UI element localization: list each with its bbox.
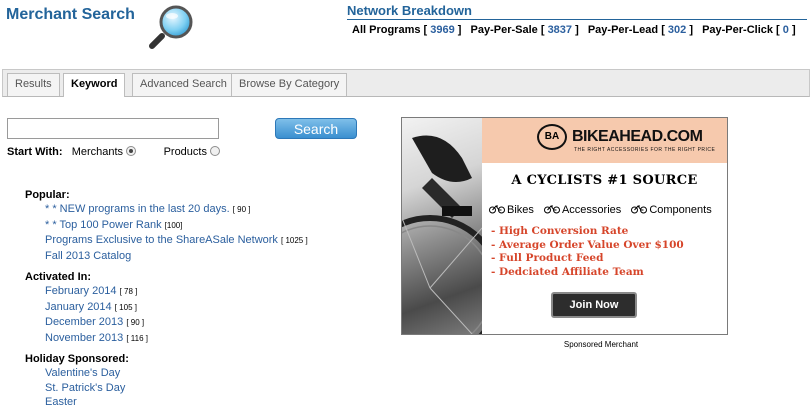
ad-bullet: - Dedciated Affiliate Team: [491, 266, 644, 279]
products-option-label: Products: [163, 146, 207, 158]
bike-icon: [631, 205, 648, 214]
ad-headline: A CYCLISTS #1 SOURCE: [511, 173, 698, 188]
start-with-label: Start With:: [7, 146, 63, 158]
ad-bullet: - Average Order Value Over $100: [491, 238, 684, 251]
page-title: Merchant Search: [6, 6, 135, 23]
item-count: [ 90 ]: [232, 205, 251, 214]
stat-count-link[interactable]: 3969: [430, 24, 454, 36]
ad-category: Bikes: [489, 204, 537, 216]
popular-link[interactable]: Programs Exclusive to the ShareASale Net…: [45, 234, 278, 246]
activated-link[interactable]: February 2014: [45, 285, 117, 297]
activated-link[interactable]: January 2014: [45, 301, 112, 313]
list-item: December 2013 [ 90 ]: [25, 315, 148, 331]
stat-label: All Programs: [352, 24, 421, 36]
activated-link[interactable]: December 2013: [45, 316, 123, 328]
cyclist-photo: [402, 118, 482, 334]
popular-section: Popular: * * NEW programs in the last 20…: [25, 189, 308, 263]
merchants-radio[interactable]: [126, 146, 137, 156]
network-breakdown-title[interactable]: Network Breakdown: [347, 3, 807, 20]
ad-category: Components: [631, 204, 712, 216]
tab-browse-by-category[interactable]: Browse By Category: [231, 73, 348, 96]
list-item: November 2013 [ 116 ]: [25, 331, 148, 347]
list-item: St. Patrick's Day: [25, 381, 129, 396]
ad-category: Accessories: [543, 204, 624, 216]
ad-categories: Bikes Accessories Components: [489, 204, 719, 216]
start-with-options: Start With: Merchants Products: [7, 146, 220, 158]
join-now-button[interactable]: Join Now: [551, 292, 637, 318]
search-input[interactable]: [7, 118, 219, 139]
tab-keyword[interactable]: Keyword: [63, 73, 126, 97]
activated-heading: Activated In:: [25, 271, 92, 283]
list-item: Valentine's Day: [25, 366, 129, 381]
sponsored-merchant-caption: Sponsored Merchant: [563, 340, 639, 349]
products-radio[interactable]: [209, 146, 220, 156]
stat-count-link[interactable]: 3837: [548, 24, 572, 36]
ad-bullet: - Full Product Feed: [491, 252, 604, 265]
stat-pay-per-sale: Pay-Per-Sale [ 3837 ]: [470, 24, 582, 36]
ad-category-label: Components: [649, 204, 712, 216]
ad-bullets: - High Conversion Rate - Average Order V…: [491, 225, 684, 280]
item-count: [100]: [164, 220, 183, 230]
stat-label: Pay-Per-Click: [702, 24, 773, 36]
stat-label: Pay-Per-Sale: [470, 24, 538, 36]
item-count: [ 105 ]: [114, 302, 137, 312]
ad-logo-text: BIKEAHEAD.COM: [572, 128, 703, 145]
holiday-link[interactable]: Easter: [45, 396, 77, 408]
tab-advanced-search[interactable]: Advanced Search: [132, 73, 235, 96]
list-item: Easter: [25, 395, 129, 410]
list-item: Programs Exclusive to the ShareASale Net…: [25, 233, 308, 249]
list-item: * * Top 100 Power Rank [100]: [25, 218, 308, 234]
item-count: [ 90 ]: [126, 318, 145, 327]
ad-category-label: Accessories: [561, 204, 622, 216]
item-count: [ 1025 ]: [281, 236, 308, 245]
stat-all-programs: All Programs [ 3969 ]: [352, 24, 465, 36]
item-count: [ 78 ]: [119, 287, 138, 296]
ad-logo-header: BA BIKEAHEAD.COM THE RIGHT ACCESSORIES F…: [482, 118, 727, 163]
item-count: [ 116 ]: [126, 333, 148, 343]
bikeahead-logo-icon: BA: [537, 124, 567, 150]
holiday-link[interactable]: St. Patrick's Day: [45, 382, 125, 394]
sponsored-ad-banner[interactable]: BA BIKEAHEAD.COM THE RIGHT ACCESSORIES F…: [401, 117, 728, 335]
popular-heading: Popular:: [25, 189, 70, 201]
stat-pay-per-click: Pay-Per-Click [ 0 ]: [702, 24, 796, 36]
list-item: January 2014 [ 105 ]: [25, 300, 148, 316]
stat-count-link[interactable]: 0: [783, 24, 789, 36]
activated-section: Activated In: February 2014 [ 78 ] Janua…: [25, 271, 148, 346]
stat-count-link[interactable]: 302: [668, 24, 686, 36]
holiday-heading: Holiday Sponsored:: [25, 353, 129, 365]
holiday-section: Holiday Sponsored: Valentine's Day St. P…: [25, 353, 129, 410]
list-item: February 2014 [ 78 ]: [25, 284, 148, 300]
list-item: * * NEW programs in the last 20 days. [ …: [25, 202, 308, 218]
ad-category-label: Bikes: [507, 204, 534, 216]
tab-results[interactable]: Results: [7, 73, 60, 96]
popular-link[interactable]: * * NEW programs in the last 20 days.: [45, 203, 230, 215]
ad-logo-tagline: THE RIGHT ACCESSORIES FOR THE RIGHT PRIC…: [574, 147, 716, 153]
popular-link[interactable]: * * Top 100 Power Rank: [45, 219, 162, 231]
stat-label: Pay-Per-Lead: [587, 24, 659, 36]
magnifier-icon: [149, 5, 193, 49]
bike-icon: [543, 205, 560, 214]
activated-link[interactable]: November 2013: [45, 332, 123, 344]
tab-bar: Results Keyword Advanced Search Browse B…: [2, 69, 810, 97]
network-stats: All Programs [ 3969 ] Pay-Per-Sale [ 383…: [352, 24, 802, 36]
bike-wheel-graphic: [402, 135, 482, 334]
bike-icon: [489, 205, 505, 214]
stat-pay-per-lead: Pay-Per-Lead [ 302 ]: [587, 24, 697, 36]
list-item: Fall 2013 Catalog: [25, 249, 308, 264]
ad-bullet: - High Conversion Rate: [491, 225, 629, 237]
search-button[interactable]: Search: [275, 118, 357, 139]
holiday-link[interactable]: Valentine's Day: [45, 367, 120, 379]
merchants-option-label: Merchants: [71, 146, 124, 158]
popular-link[interactable]: Fall 2013 Catalog: [45, 250, 131, 262]
